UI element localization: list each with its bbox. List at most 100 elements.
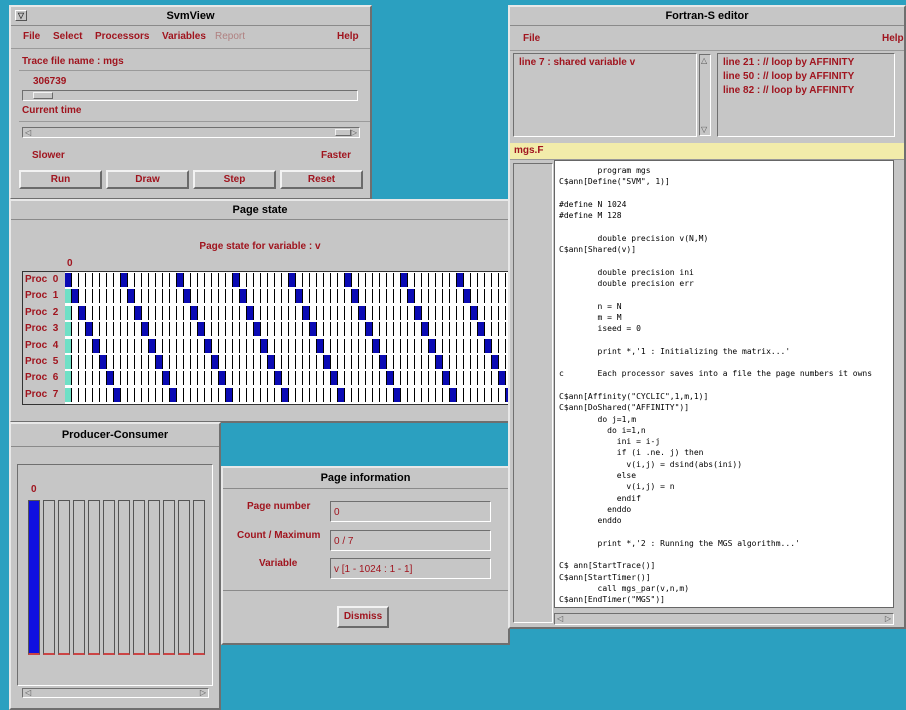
page-cell[interactable] [142,355,149,369]
page-cell[interactable] [366,387,373,402]
page-cell[interactable] [93,322,100,337]
page-cell[interactable] [324,289,331,304]
page-cell[interactable] [93,371,100,386]
page-cell[interactable] [373,305,380,320]
page-cell[interactable] [254,322,261,337]
page-cell[interactable] [93,305,100,320]
page-cell[interactable] [198,305,205,320]
page-cell[interactable] [170,387,177,402]
left-list-scrollbar[interactable]: △ ▽ [699,54,711,136]
page-cell[interactable] [492,289,499,304]
page-cell[interactable] [331,371,338,386]
page-cell[interactable] [303,273,310,287]
scroll-left-icon[interactable]: ◁ [25,128,31,137]
page-cell[interactable] [86,355,93,369]
page-cell[interactable] [457,322,464,337]
page-cell[interactable] [394,305,401,320]
page-cell[interactable] [177,387,184,402]
page-cell[interactable] [443,355,450,369]
page-cell[interactable] [359,322,366,337]
page-cell[interactable] [79,355,86,369]
run-button[interactable]: Run [19,170,102,189]
page-cell[interactable] [226,371,233,386]
page-cell[interactable] [268,338,275,353]
page-cell[interactable] [345,338,352,353]
page-cell[interactable] [373,273,380,287]
page-cell[interactable] [485,289,492,304]
page-cell[interactable] [492,338,499,353]
page-cell[interactable] [233,371,240,386]
page-cell[interactable] [429,322,436,337]
page-cell[interactable] [429,355,436,369]
page-cell[interactable] [422,355,429,369]
page-cell[interactable] [170,338,177,353]
page-cell[interactable] [212,387,219,402]
page-cell[interactable] [485,371,492,386]
page-cell[interactable] [191,305,198,320]
page-cell[interactable] [184,355,191,369]
menu-select[interactable]: Select [53,31,82,42]
page-cell[interactable] [135,387,142,402]
page-cell[interactable] [345,387,352,402]
page-cell[interactable] [240,355,247,369]
page-cell[interactable] [443,371,450,386]
page-cell[interactable] [471,322,478,337]
page-cell[interactable] [170,305,177,320]
page-cell[interactable] [324,387,331,402]
page-cell[interactable] [79,305,86,320]
page-cell[interactable] [296,273,303,287]
page-cell[interactable] [121,338,128,353]
fortran-editor-titlebar[interactable]: Fortran-S editor [510,7,904,26]
page-cell[interactable] [191,355,198,369]
page-cell[interactable] [394,355,401,369]
variable-field[interactable]: v [1 - 1024 : 1 - 1] [330,558,491,579]
page-cell[interactable] [429,338,436,353]
page-cell[interactable] [352,338,359,353]
page-cell[interactable] [247,387,254,402]
page-cell[interactable] [429,289,436,304]
page-cell[interactable] [100,371,107,386]
page-cell[interactable] [163,289,170,304]
page-cell[interactable] [121,273,128,287]
page-cell[interactable] [156,289,163,304]
page-cell[interactable] [275,371,282,386]
page-cell[interactable] [443,289,450,304]
page-cell[interactable] [240,387,247,402]
page-cell[interactable] [331,387,338,402]
page-cell[interactable] [289,289,296,304]
list-scroll-down-icon[interactable]: ▽ [701,125,707,134]
page-cell[interactable] [296,305,303,320]
page-cell[interactable] [457,305,464,320]
page-cell[interactable] [422,322,429,337]
page-cell[interactable] [485,273,492,287]
page-cell[interactable] [79,387,86,402]
page-cell[interactable] [303,387,310,402]
page-cell[interactable] [156,322,163,337]
page-cell[interactable] [450,387,457,402]
page-cell[interactable] [205,322,212,337]
page-cell[interactable] [471,289,478,304]
page-cell[interactable] [296,289,303,304]
page-cell[interactable] [100,355,107,369]
page-cell[interactable] [163,273,170,287]
page-cell[interactable] [338,322,345,337]
page-cell[interactable] [387,355,394,369]
page-cell[interactable] [387,338,394,353]
page-cell[interactable] [135,289,142,304]
page-cell[interactable] [492,371,499,386]
page-cell[interactable] [436,305,443,320]
page-cell[interactable] [149,289,156,304]
page-cell[interactable] [324,355,331,369]
page-cell[interactable] [352,305,359,320]
page-cell[interactable] [401,371,408,386]
page-cell[interactable] [492,355,499,369]
code-vertical-scrollbar[interactable] [513,163,553,623]
page-cell[interactable] [373,289,380,304]
page-cell[interactable] [359,305,366,320]
page-cell[interactable] [303,355,310,369]
page-cell[interactable] [352,355,359,369]
page-cell[interactable] [184,338,191,353]
page-cell[interactable] [86,305,93,320]
page-cell[interactable] [324,338,331,353]
page-cell[interactable] [177,273,184,287]
